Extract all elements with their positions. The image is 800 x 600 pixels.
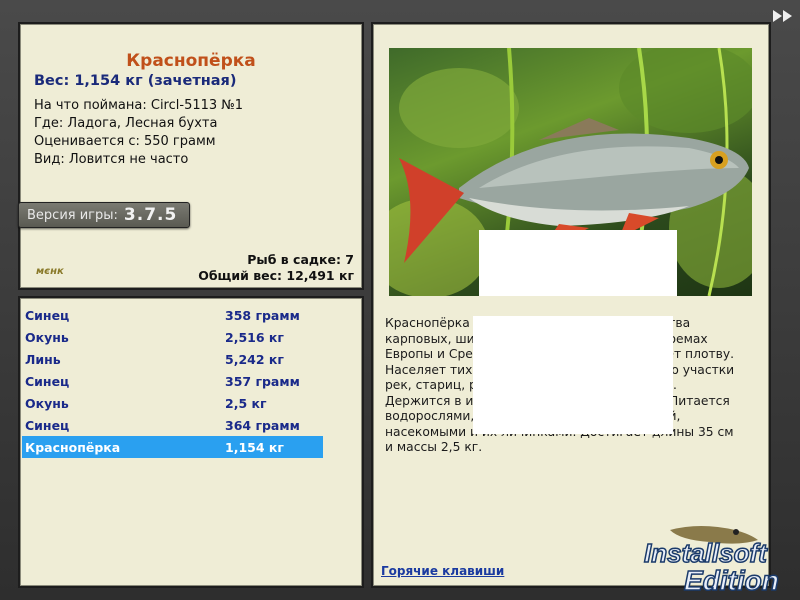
fish-name: Краснопёрка xyxy=(25,439,121,455)
caught-on-text: На что поймана: Circl-5113 №1 xyxy=(34,98,244,113)
fish-weight-value: 2,516 кг xyxy=(225,329,284,345)
fish-weight: Вес: 1,154 кг (зачетная) xyxy=(34,73,237,89)
version-badge: Версия игры: 3.7.5 xyxy=(18,202,190,228)
fish-name: Синец xyxy=(25,417,70,433)
catch-list: Синец 358 грамм Окунь 2,516 кг Линь 5,24… xyxy=(22,304,323,458)
keep-summary: Рыб в садке: 7 Общий вес: 12,491 кг xyxy=(198,252,354,284)
list-item[interactable]: Синец 364 грамм xyxy=(22,414,323,436)
location-text: Где: Ладога, Лесная бухта xyxy=(34,116,218,131)
list-item[interactable]: Окунь 2,516 кг xyxy=(22,326,323,348)
logo: мєнк xyxy=(36,266,64,277)
fish-weight-value: 2,5 кг xyxy=(225,395,267,411)
list-item[interactable]: Линь 5,242 кг xyxy=(22,348,323,370)
fish-weight-value: 364 грамм xyxy=(225,417,300,433)
keep-count: Рыб в садке: 7 xyxy=(247,252,354,267)
fish-name: Линь xyxy=(25,351,61,367)
fish-details: На что поймана: Circl-5113 №1 Где: Ладог… xyxy=(34,97,243,169)
fish-name: Окунь xyxy=(25,329,69,345)
fish-photo xyxy=(389,48,752,296)
photo-blank-area xyxy=(479,230,677,296)
fish-weight-value: 1,154 кг xyxy=(225,439,284,455)
fish-weight-value: 358 грамм xyxy=(225,307,300,323)
catch-list-panel: Синец 358 грамм Окунь 2,516 кг Линь 5,24… xyxy=(18,296,364,588)
fish-info-panel: Краснопёрка Вес: 1,154 кг (зачетная) На … xyxy=(18,22,364,290)
valued-from-text: Оценивается с: 550 грамм xyxy=(34,134,216,149)
list-item[interactable]: Синец 357 грамм xyxy=(22,370,323,392)
fish-name-title: Краснопёрка xyxy=(126,51,256,71)
list-item[interactable]: Синец 358 грамм xyxy=(22,304,323,326)
fish-name: Синец xyxy=(25,307,70,323)
fish-name: Синец xyxy=(25,373,70,389)
installsoft-logo: Installsoft Edition xyxy=(643,526,780,597)
hotkeys-link[interactable]: Горячие клавиши xyxy=(381,564,504,578)
watermark-line2: Edition xyxy=(684,565,779,596)
fish-name: Окунь xyxy=(25,395,69,411)
list-item[interactable]: Окунь 2,5 кг xyxy=(22,392,323,414)
version-label: Версия игры: xyxy=(27,207,118,223)
watermark-line1: Installsoft xyxy=(644,538,768,568)
fish-detail-panel: Краснопёрка — пресноводная рыба семейств… xyxy=(371,22,771,588)
list-item-selected[interactable]: Краснопёрка 1,154 кг xyxy=(22,436,323,458)
total-weight: Общий вес: 12,491 кг xyxy=(198,268,354,283)
description-blank-area xyxy=(473,316,673,434)
kind-text: Вид: Ловится не часто xyxy=(34,152,189,167)
version-value: 3.7.5 xyxy=(123,205,178,225)
fish-weight-value: 357 грамм xyxy=(225,373,300,389)
fish-weight-value: 5,242 кг xyxy=(225,351,284,367)
fast-forward-icon[interactable] xyxy=(772,9,794,23)
